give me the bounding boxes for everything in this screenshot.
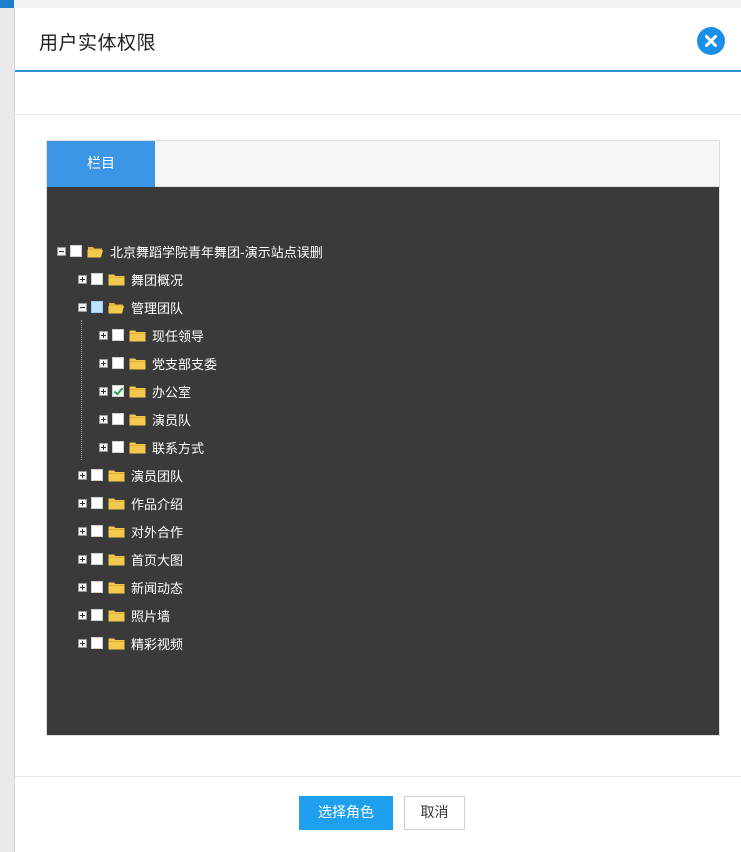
folder-open-icon [108,302,124,313]
checkbox-icon[interactable] [91,497,103,509]
folder-open-icon [87,246,103,257]
tree-node[interactable]: 对外合作 [78,521,183,541]
tree-label[interactable]: 党支部支委 [152,354,217,373]
dialog-title: 用户实体权限 [39,32,157,54]
tree-label[interactable]: 对外合作 [131,522,183,541]
checkbox-icon[interactable] [112,441,124,453]
close-icon [705,35,717,47]
tree-label[interactable]: 精彩视频 [131,634,183,653]
tree-node[interactable]: 首页大图 [78,549,183,569]
tree-label[interactable]: 演员团队 [131,466,183,485]
tree-node[interactable]: 演员团队 [78,465,183,485]
expand-plus-icon[interactable] [78,638,87,648]
expand-plus-icon[interactable] [99,386,108,396]
tab-columns[interactable]: 栏目 [47,141,155,187]
checkbox-icon[interactable] [112,413,124,425]
expand-plus-icon[interactable] [78,526,87,536]
tree-panel: 栏目 北京舞蹈学院青年舞团-演示站点误删 舞团概况 管理团队 现任领导 党支部支… [46,140,720,736]
checkbox-icon[interactable] [112,357,124,369]
tree-label[interactable]: 管理团队 [131,298,183,317]
folder-icon [108,554,125,565]
tree-node[interactable]: 联系方式 [99,437,204,457]
tree-node[interactable]: 管理团队 [78,297,183,317]
checkbox-icon[interactable] [91,525,103,537]
folder-icon [129,442,146,453]
checkbox-icon[interactable] [91,301,103,313]
tab-bar: 栏目 [47,141,719,187]
checkbox-icon[interactable] [91,469,103,481]
cancel-button[interactable]: 取消 [404,796,465,830]
footer-divider [15,776,741,777]
collapse-minus-icon[interactable] [78,302,87,312]
folder-icon [108,470,125,481]
tree-label[interactable]: 首页大图 [131,550,183,569]
tree-label[interactable]: 联系方式 [152,438,204,457]
folder-icon [108,610,125,621]
folder-icon [108,526,125,537]
checkbox-icon[interactable] [112,329,124,341]
expand-plus-icon[interactable] [78,554,87,564]
checkbox-icon[interactable] [91,553,103,565]
tree-node[interactable]: 演员队 [99,409,191,429]
tree-label[interactable]: 现任领导 [152,326,204,345]
select-role-button[interactable]: 选择角色 [299,796,393,830]
expand-plus-icon[interactable] [99,330,108,340]
tree-node[interactable]: 作品介绍 [78,493,183,513]
folder-icon [129,386,146,397]
tree-label[interactable]: 演员队 [152,410,191,429]
tree-node[interactable]: 照片墙 [78,605,170,625]
tree-label[interactable]: 照片墙 [131,606,170,625]
close-button[interactable] [697,27,725,55]
folder-icon [108,498,125,509]
dialog-header: 用户实体权限 [15,8,741,72]
divider [15,114,741,115]
expand-plus-icon[interactable] [78,582,87,592]
backdrop [0,0,14,852]
tree-label[interactable]: 新闻动态 [131,578,183,597]
folder-icon [108,274,125,285]
expand-plus-icon[interactable] [99,358,108,368]
permission-dialog: 用户实体权限 栏目 北京舞蹈学院青年舞团-演示站点误删 舞团概况 管理团队 现任… [14,8,741,852]
backdrop-accent [0,0,14,8]
folder-icon [108,638,125,649]
expand-plus-icon[interactable] [99,442,108,452]
checkbox-icon[interactable] [91,273,103,285]
tree-label[interactable]: 作品介绍 [131,494,183,513]
tree-node[interactable]: 现任领导 [99,325,204,345]
checkbox-icon[interactable] [91,637,103,649]
checkbox-icon[interactable] [91,609,103,621]
expand-plus-icon[interactable] [78,470,87,480]
tree-node[interactable]: 办公室 [99,381,191,401]
expand-plus-icon[interactable] [78,274,87,284]
expand-plus-icon[interactable] [78,610,87,620]
checkbox-icon[interactable] [112,385,124,397]
tree-node[interactable]: 精彩视频 [78,633,183,653]
tree-guide-line [81,320,82,460]
tree-node[interactable]: 舞团概况 [78,269,183,289]
expand-plus-icon[interactable] [99,414,108,424]
expand-plus-icon[interactable] [78,498,87,508]
checkbox-icon[interactable] [91,581,103,593]
folder-icon [129,358,146,369]
tree-node[interactable]: 新闻动态 [78,577,183,597]
folder-icon [129,330,146,341]
folder-icon [108,582,125,593]
collapse-minus-icon[interactable] [57,246,66,256]
column-tree: 北京舞蹈学院青年舞团-演示站点误删 舞团概况 管理团队 现任领导 党支部支委 办… [47,187,719,735]
tree-node[interactable]: 党支部支委 [99,353,217,373]
tree-label[interactable]: 办公室 [152,382,191,401]
checkbox-icon[interactable] [70,245,82,257]
tree-label[interactable]: 北京舞蹈学院青年舞团-演示站点误删 [110,242,323,261]
folder-icon [129,414,146,425]
tree-node-root[interactable]: 北京舞蹈学院青年舞团-演示站点误删 [57,241,323,261]
tree-label[interactable]: 舞团概况 [131,270,183,289]
